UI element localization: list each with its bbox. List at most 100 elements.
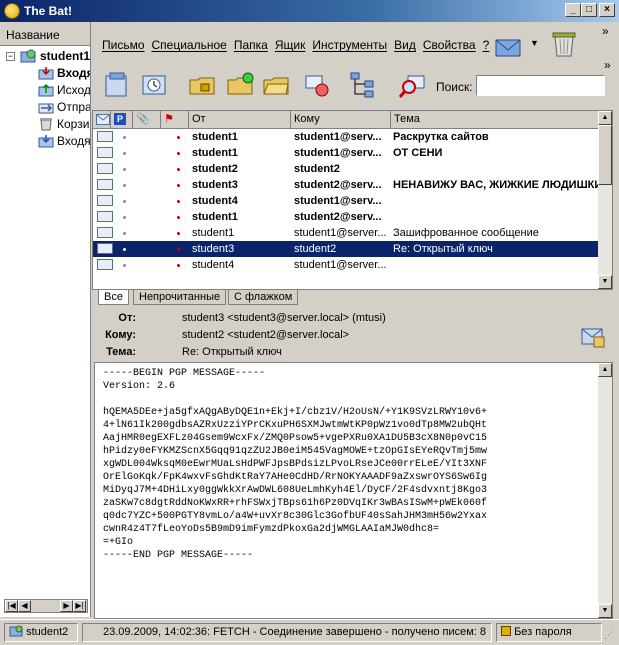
scroll-left-icon[interactable]: ◀ xyxy=(18,600,31,612)
address-book-icon[interactable] xyxy=(102,70,132,100)
table-row[interactable]: student1 student1@server... Зашифрованное … xyxy=(93,225,599,241)
tab-unread[interactable]: Непрочитанные xyxy=(133,290,227,305)
tab-all[interactable]: Все xyxy=(98,290,129,305)
dropdown-arrow-icon[interactable]: ▼ xyxy=(530,38,539,48)
preview-subject-label: Тема: xyxy=(106,346,136,358)
status-log: 23.09.2009, 14:02:36: FETCH - Соединение… xyxy=(82,623,492,642)
folder-inbox-2[interactable]: Входящие xyxy=(0,133,90,150)
search-label: Поиск: xyxy=(436,80,473,94)
envelope-icon xyxy=(97,131,113,142)
flag-dot-icon xyxy=(177,136,180,139)
scroll-up-icon[interactable]: ▲ xyxy=(598,363,612,377)
close-button[interactable]: × xyxy=(599,3,615,17)
row-to: student1@serv... xyxy=(294,195,382,207)
table-row[interactable]: student3 student2 Re: Открытый ключ xyxy=(93,241,599,257)
priority-dot-icon xyxy=(123,264,126,267)
flag-dot-icon xyxy=(177,200,180,203)
row-from: student1 xyxy=(192,211,238,223)
menu-properties[interactable]: Свойства xyxy=(423,38,476,52)
table-row[interactable]: student4 student1@server... xyxy=(93,257,599,273)
status-account[interactable]: student2 xyxy=(4,623,78,642)
folder-outbox[interactable]: Исходящие xyxy=(0,82,90,99)
flag-dot-icon xyxy=(177,152,180,155)
account-label: student1 xyxy=(40,49,90,63)
menu-special[interactable]: Специальное xyxy=(152,38,227,52)
envelope-icon xyxy=(96,114,110,125)
menu-tools[interactable]: Инструменты xyxy=(312,38,387,52)
folder-panel-header: Название xyxy=(0,22,90,46)
get-mail-icon[interactable] xyxy=(494,30,526,62)
new-folder-icon[interactable] xyxy=(226,70,256,100)
folder-inbox[interactable]: Входящие xyxy=(0,65,90,82)
scroll-down-icon[interactable]: ▼ xyxy=(598,604,612,618)
menu-mailbox[interactable]: Ящик xyxy=(275,38,306,52)
menu-view[interactable]: Вид xyxy=(394,38,416,52)
col-priority[interactable]: P xyxy=(111,111,133,129)
row-subject: Раскрутка сайтов xyxy=(393,131,489,143)
table-row[interactable]: student1 student1@serv... Раскрутка сайтов xyxy=(93,129,599,145)
row-to: student2@serv... xyxy=(294,179,382,191)
message-body-vscroll[interactable]: ▲ ▼ xyxy=(598,363,612,618)
filter-folder-icon[interactable] xyxy=(302,70,332,100)
preview-to-value[interactable]: student2 <student2@server.local> xyxy=(182,327,349,343)
col-status[interactable] xyxy=(93,111,111,129)
row-to: student1@server... xyxy=(294,259,387,271)
preview-to-row: Кому: student2 <student2@server.local> xyxy=(92,327,572,343)
empty-trash-icon[interactable] xyxy=(548,28,580,60)
lock-folder-icon[interactable] xyxy=(188,70,218,100)
preview-to-label: Кому: xyxy=(105,329,136,341)
col-to[interactable]: Кому xyxy=(291,111,391,129)
tree-view-icon[interactable] xyxy=(348,70,378,100)
menu-overflow[interactable]: » xyxy=(602,24,609,38)
scroll-first-icon[interactable]: |◀ xyxy=(5,600,18,612)
folder-label: Исходящие xyxy=(57,83,90,97)
folder-trash[interactable]: Корзина xyxy=(0,116,90,133)
tab-flagged[interactable]: С флажком xyxy=(228,290,299,305)
message-body-text[interactable]: -----BEGIN PGP MESSAGE----- Version: 2.6… xyxy=(103,367,487,562)
table-row[interactable]: student1 student1@serv... ОТ СЕНИ xyxy=(93,145,599,161)
col-flag[interactable]: ⚑ xyxy=(161,111,189,129)
menu-help[interactable]: ? xyxy=(483,38,490,52)
status-security[interactable]: Без пароля xyxy=(496,623,602,642)
trash-icon xyxy=(40,118,52,131)
scroll-down-icon[interactable]: ▼ xyxy=(598,275,612,289)
maximize-button[interactable]: □ xyxy=(581,3,597,17)
scroll-last-icon[interactable]: ▶| xyxy=(73,600,86,612)
attachment-icon: 📎 xyxy=(136,113,150,125)
menu-letter[interactable]: Письмо xyxy=(102,38,145,52)
toolbar-overflow[interactable]: » xyxy=(604,58,611,72)
message-body[interactable]: -----BEGIN PGP MESSAGE----- Version: 2.6… xyxy=(94,362,613,619)
scheduler-icon[interactable] xyxy=(140,70,170,100)
preview-from-value[interactable]: student3 <student3@server.local> (mtusi) xyxy=(182,310,386,326)
table-row[interactable]: student2 student2 xyxy=(93,161,599,177)
tree-account[interactable]: − student1 xyxy=(0,48,90,65)
folder-panel-hscroll[interactable]: |◀ ◀ ▶ ▶| xyxy=(4,599,88,613)
envelope-icon xyxy=(97,163,113,174)
resize-grip-icon[interactable]: ⋰ xyxy=(604,630,613,641)
col-subject[interactable]: Тема xyxy=(391,111,599,129)
scroll-up-icon[interactable]: ▲ xyxy=(598,111,612,125)
row-from: student3 xyxy=(192,179,238,191)
col-attachment[interactable]: 📎 xyxy=(133,111,161,129)
table-row[interactable]: student4 student1@serv... xyxy=(93,193,599,209)
table-row[interactable]: student1 student2@serv... xyxy=(93,209,599,225)
open-folder-icon[interactable] xyxy=(262,70,292,100)
row-from: student3 xyxy=(192,243,235,255)
lock-icon xyxy=(501,626,511,636)
minimize-button[interactable]: _ xyxy=(565,3,581,17)
row-to: student1@serv... xyxy=(294,131,382,143)
message-envelope-icon[interactable] xyxy=(580,323,606,349)
envelope-icon xyxy=(97,259,113,270)
scroll-thumb[interactable] xyxy=(598,125,612,185)
priority-dot-icon xyxy=(123,232,126,235)
search-input[interactable] xyxy=(476,75,605,96)
folder-sent[interactable]: Отправленные xyxy=(0,99,90,116)
find-message-icon[interactable] xyxy=(398,70,428,100)
table-row[interactable]: student3 student2@serv... НЕНАВИЖУ ВАС, ЖИ… xyxy=(93,177,599,193)
row-subject: Зашифрованное сообщение xyxy=(393,227,539,239)
message-list-vscroll[interactable]: ▲ ▼ xyxy=(598,111,612,289)
col-from[interactable]: От xyxy=(189,111,291,129)
menu-folder[interactable]: Папка xyxy=(234,38,268,52)
scroll-right-icon[interactable]: ▶ xyxy=(60,600,73,612)
collapse-icon[interactable]: − xyxy=(6,52,15,61)
